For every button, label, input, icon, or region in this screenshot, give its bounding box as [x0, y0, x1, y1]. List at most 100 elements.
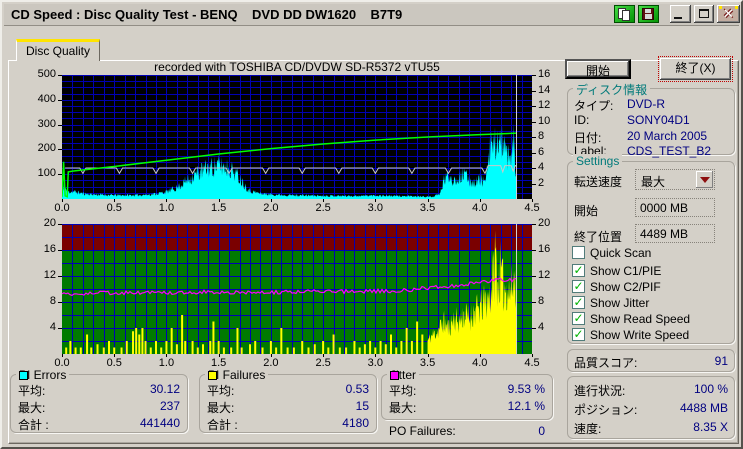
po-failures-label: PO Failures: — [389, 424, 456, 438]
speed-label: 転送速度 — [574, 175, 623, 189]
y-left-tick-label: 16 — [43, 243, 56, 255]
minimize-button[interactable] — [670, 5, 691, 23]
max-value: 15 — [355, 399, 369, 413]
quality-score-value: 91 — [714, 354, 728, 368]
tab-disc-quality[interactable]: Disc Quality — [16, 39, 100, 61]
x-tick-label: 2.0 — [263, 202, 279, 214]
document-glyph — [622, 10, 630, 21]
axis-tick — [532, 137, 536, 138]
exit-button[interactable]: 終了(X) — [658, 56, 733, 82]
disc-info-title: ディスク情報 — [573, 81, 651, 98]
disc-id-value: SONY04D1 — [627, 113, 690, 127]
y-right-tick-label: 16 — [538, 68, 551, 80]
pi-errors-speed-chart — [62, 75, 532, 199]
axis-tick — [58, 328, 62, 329]
x-tick-label: 1.5 — [211, 202, 227, 214]
quality-score-row: 品質スコア: 91 — [574, 354, 728, 371]
checkbox-icon: ✓ — [572, 327, 585, 341]
y-right-tick-label: 4 — [538, 161, 545, 173]
x-tick-label: 4.5 — [524, 357, 540, 369]
axis-tick — [219, 354, 220, 357]
y-left-tick-label: 20 — [43, 217, 56, 229]
axis-tick — [532, 75, 536, 76]
checkbox-label: Show Jitter — [590, 296, 650, 310]
axis-tick — [532, 276, 536, 277]
axis-tick — [58, 174, 62, 175]
start-pos-label: 開始 — [574, 204, 599, 218]
po-failures-row: PO Failures: 0 — [389, 424, 545, 438]
start-pos-field[interactable]: 0000 MB — [635, 198, 715, 217]
y-right-tick-label: 2 — [538, 176, 545, 189]
jitter-caption: Jitter — [387, 368, 420, 382]
end-pos-field[interactable]: 4489 MB — [635, 224, 715, 243]
axis-tick — [166, 199, 167, 202]
jitter-max-row: 最大: 12.1 % — [389, 399, 545, 416]
x-tick-label: 2.5 — [315, 357, 331, 369]
x-tick-label: 0.5 — [106, 357, 122, 369]
start-button[interactable]: 開始 — [565, 59, 631, 79]
axis-tick — [271, 354, 272, 357]
minimize-icon — [674, 17, 682, 19]
app-window: CD Speed : Disc Quality Test - BENQ DVD … — [0, 0, 743, 449]
x-tick-label: 1.0 — [158, 202, 175, 214]
axis-tick — [219, 199, 220, 202]
y-right-tick-label: 12 — [538, 269, 551, 281]
disc-type-value: DVD-R — [627, 97, 665, 111]
chevron-down-icon — [700, 177, 710, 183]
axis-tick — [532, 122, 536, 123]
avg-label: 平均: — [207, 384, 235, 398]
y-right-tick-label: 6 — [538, 145, 545, 158]
checkbox-icon: ✓ — [572, 311, 585, 325]
settings-title: Settings — [573, 154, 623, 168]
max-label: 最大: — [18, 401, 46, 415]
y-right-tick-label: 8 — [538, 130, 545, 142]
axis-tick — [323, 354, 324, 357]
checkbox-label: Show C1/PIE — [590, 264, 662, 278]
pi-failures-total-row: 合計 : 4180 — [207, 416, 369, 433]
speed-select[interactable]: 最大 — [635, 169, 715, 190]
pi-failures-legend-swatch — [208, 370, 217, 380]
axis-tick — [375, 199, 376, 202]
checkbox-label: Show Write Speed — [590, 328, 690, 342]
axis-tick — [428, 354, 429, 357]
axis-tick — [480, 199, 481, 202]
y-left-tick-label: 200 — [37, 142, 56, 155]
window-title: CD Speed : Disc Quality Test - BENQ DVD … — [11, 7, 403, 22]
pi-failures-avg-row: 平均: 0.53 — [207, 382, 369, 399]
disc-label-value: CDS_TEST_B2 — [627, 144, 712, 158]
close-button[interactable]: ✕ — [717, 5, 740, 23]
save-icon[interactable] — [638, 5, 659, 23]
max-label: 最大: — [207, 401, 235, 415]
axis-tick — [375, 354, 376, 357]
checkbox-label: Show C2/PIF — [590, 280, 661, 294]
axis-tick — [58, 100, 62, 101]
pi-failures-max-row: 最大: 15 — [207, 399, 369, 416]
axis-tick — [58, 149, 62, 150]
jitter-pi-failures-chart — [62, 224, 532, 354]
axis-tick — [114, 199, 115, 202]
y-left-tick-label: 4 — [49, 321, 56, 333]
axis-tick — [271, 199, 272, 202]
copy-icon[interactable] — [614, 5, 635, 23]
axis-tick — [62, 354, 63, 357]
exit-button-face: 終了(X) — [660, 58, 731, 80]
maximize-button[interactable] — [694, 5, 714, 23]
y-right-tick-label: 8 — [538, 295, 545, 307]
chart-header: recorded with TOSHIBA CD/DVDW SD-R5372 v… — [154, 60, 440, 74]
jitter-avg-row: 平均: 9.53 % — [389, 382, 545, 399]
speed-value: 8.35 X — [693, 420, 728, 434]
x-tick-label: 3.0 — [367, 202, 383, 214]
speed-row: 速度: 8.35 X — [574, 420, 728, 437]
axis-tick — [428, 199, 429, 202]
y-left-tick-label: 500 — [37, 68, 56, 80]
progress-value: 100 % — [693, 382, 728, 396]
y-left-tick-label: 8 — [49, 295, 56, 307]
combo-dropdown-button[interactable] — [696, 171, 713, 188]
axis-tick — [58, 276, 62, 277]
total-label: 合計 : — [18, 418, 49, 432]
speed-selected-value: 最大 — [641, 175, 666, 189]
checkbox-label: Show Read Speed — [590, 312, 691, 326]
chart-canvas — [62, 75, 532, 199]
avg-value: 0.53 — [345, 382, 369, 396]
pi-failures-caption: PI Failures — [205, 368, 269, 382]
